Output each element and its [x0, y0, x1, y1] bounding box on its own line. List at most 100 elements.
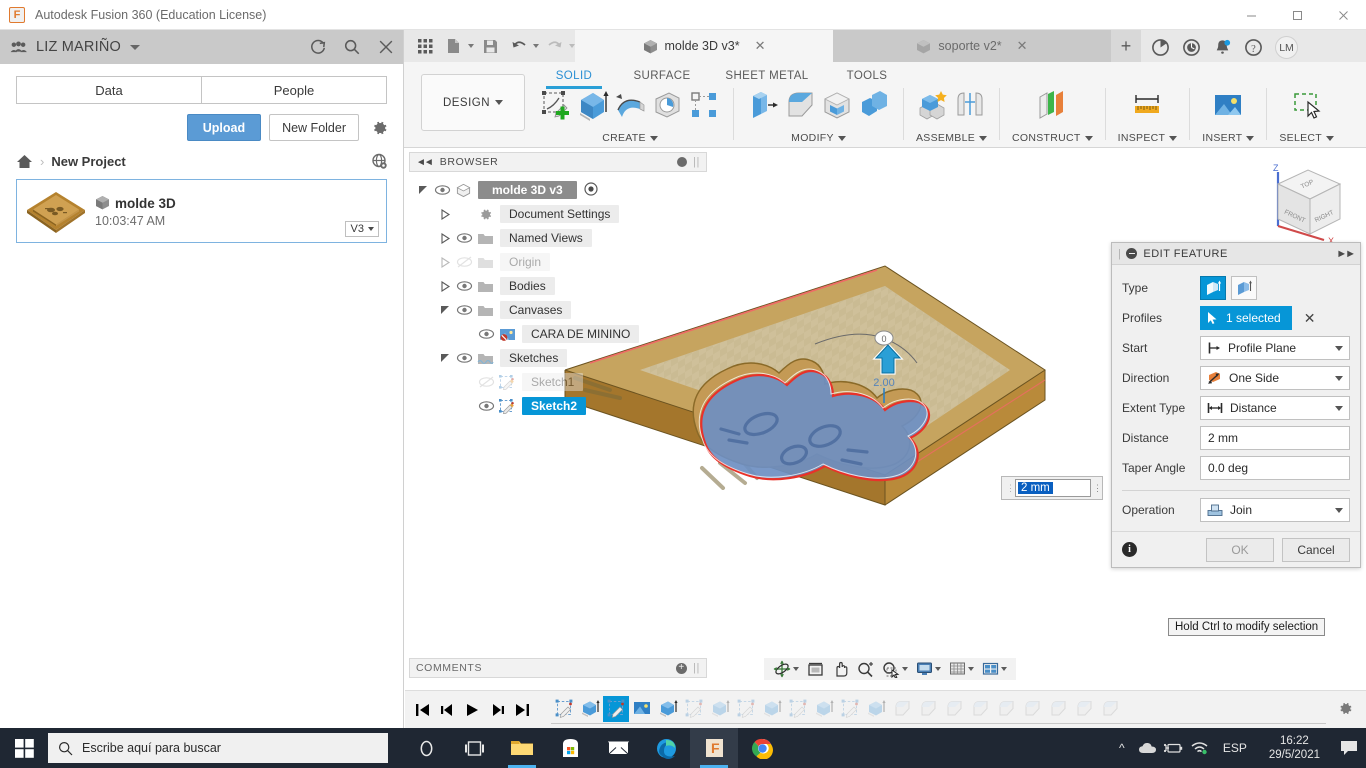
expand-arrow-right-icon[interactable]	[439, 280, 452, 293]
ribbon-group-label[interactable]: ASSEMBLE	[916, 132, 988, 144]
language-indicator[interactable]: ESP	[1213, 741, 1257, 755]
breadcrumb-project[interactable]: New Project	[51, 154, 125, 169]
press-pull-icon[interactable]	[746, 88, 780, 122]
timeline-feature-extrude[interactable]	[759, 696, 785, 722]
chevron-down-icon[interactable]	[129, 44, 140, 50]
cancel-button[interactable]: Cancel	[1282, 537, 1350, 562]
info-icon[interactable]: i	[1122, 542, 1137, 557]
revolve-icon[interactable]	[613, 88, 647, 122]
ribbon-group-label[interactable]: CONSTRUCT	[1012, 132, 1093, 144]
timeline-feature-fillet[interactable]	[889, 696, 915, 722]
visibility-on-icon[interactable]	[456, 279, 473, 293]
timeline-feature-extrude[interactable]	[707, 696, 733, 722]
dialog-title-bar[interactable]: | EDIT FEATURE ►►	[1112, 243, 1360, 265]
tab-solid[interactable]: SOLID	[536, 66, 612, 89]
close-tab-icon[interactable]: ✕	[1017, 38, 1028, 54]
ribbon-group-label[interactable]: MODIFY	[791, 132, 846, 144]
document-tab-active[interactable]: molde 3D v3* ✕	[575, 30, 833, 62]
view-cube[interactable]: Z X TOP FRONT RIGHT	[1250, 160, 1358, 248]
timeline-feature-sketch[interactable]	[603, 695, 629, 722]
refresh-icon[interactable]	[309, 38, 327, 56]
jump-end-icon[interactable]	[513, 701, 531, 719]
shell-icon[interactable]	[820, 88, 854, 122]
inline-dimension-input[interactable]: ⋮⋮ 2 mm ⋮	[1001, 476, 1103, 500]
comments-resize-grip[interactable]: ||	[693, 662, 700, 674]
comments-panel[interactable]: COMMENTS + ||	[409, 658, 707, 678]
browser-options-icon[interactable]	[677, 157, 688, 167]
visibility-on-icon[interactable]	[456, 231, 473, 245]
new-document-icon[interactable]	[441, 33, 467, 59]
document-tab-inactive[interactable]: soporte v2* ✕	[833, 30, 1111, 62]
tab-data[interactable]: Data	[16, 76, 201, 104]
minimize-button[interactable]	[1228, 0, 1274, 30]
browser-node-bodies[interactable]: Bodies	[409, 274, 707, 298]
joint-icon[interactable]	[953, 88, 987, 122]
clear-selection-icon[interactable]: ✕	[1304, 310, 1316, 327]
extrude-edge-icon-button[interactable]	[1231, 276, 1257, 300]
tab-tools[interactable]: TOOLS	[822, 66, 912, 87]
extrude-icon[interactable]	[576, 88, 610, 122]
microsoft-store-icon[interactable]	[546, 728, 594, 768]
taper-angle-input[interactable]: 0.0 deg	[1200, 456, 1350, 480]
browser-node-origin[interactable]: Origin	[409, 250, 707, 274]
chevron-down-icon[interactable]	[533, 44, 539, 48]
browser-node-sketch1[interactable]: Sketch1	[409, 370, 707, 394]
tray-expand-chevron-icon[interactable]: ^	[1109, 741, 1135, 755]
visibility-on-icon[interactable]	[478, 399, 495, 413]
orbit-icon[interactable]	[770, 660, 802, 678]
chevron-down-icon[interactable]	[468, 44, 474, 48]
operation-dropdown[interactable]: Join	[1200, 498, 1350, 522]
step-forward-icon[interactable]	[488, 701, 506, 719]
timeline-feature-extrude[interactable]	[811, 696, 837, 722]
task-view-icon[interactable]	[450, 728, 498, 768]
onedrive-icon[interactable]	[1135, 741, 1161, 755]
timeline-feature-sketch[interactable]	[733, 696, 759, 722]
extrude-profile-icon-button[interactable]	[1200, 276, 1226, 300]
chrome-icon[interactable]	[738, 728, 786, 768]
timeline-feature-sketch[interactable]	[837, 696, 863, 722]
notifications-icon[interactable]	[1213, 38, 1232, 57]
timeline-feature-fillet[interactable]	[1097, 696, 1123, 722]
ok-button[interactable]: OK	[1206, 537, 1274, 562]
ribbon-group-label[interactable]: INSPECT	[1118, 132, 1178, 144]
viewports-icon[interactable]	[979, 661, 1010, 677]
new-component-icon[interactable]	[916, 88, 950, 122]
dimension-field[interactable]: 2 mm	[1015, 479, 1091, 497]
insert-canvas-icon[interactable]	[1211, 88, 1245, 122]
step-back-icon[interactable]	[438, 701, 456, 719]
timeline-feature-sketch[interactable]	[681, 696, 707, 722]
timeline-feature-fillet[interactable]	[1071, 696, 1097, 722]
browser-node-cara-de-minino[interactable]: CARA DE MININO	[409, 322, 707, 346]
jump-start-icon[interactable]	[413, 701, 431, 719]
timeline-feature-sketch[interactable]	[785, 696, 811, 722]
workspace-switcher[interactable]: DESIGN	[421, 74, 525, 131]
wifi-icon[interactable]	[1187, 741, 1213, 755]
direction-dropdown[interactable]: One Side	[1200, 366, 1350, 390]
browser-node-document-settings[interactable]: Document Settings	[409, 202, 707, 226]
start-button[interactable]	[0, 728, 48, 768]
tab-sheet-metal[interactable]: SHEET METAL	[712, 66, 822, 87]
close-panel-icon[interactable]	[377, 38, 395, 56]
offset-plane-icon[interactable]	[1035, 88, 1069, 122]
profiles-selection-chip[interactable]: 1 selected	[1200, 306, 1292, 330]
timeline-feature-extrude[interactable]	[577, 696, 603, 722]
visibility-off-icon[interactable]	[478, 375, 495, 389]
timeline-feature-extrude[interactable]	[655, 696, 681, 722]
job-status-icon[interactable]	[1151, 38, 1170, 57]
timeline-settings-gear-icon[interactable]	[1337, 700, 1354, 717]
timeline-feature-fillet[interactable]	[1045, 696, 1071, 722]
close-tab-icon[interactable]: ✕	[755, 38, 766, 54]
activate-component-icon[interactable]	[584, 181, 598, 199]
tab-people[interactable]: People	[201, 76, 387, 104]
expand-arrow-right-icon[interactable]	[439, 256, 452, 269]
zoom-window-icon[interactable]	[879, 661, 911, 678]
browser-node-sketch2[interactable]: Sketch2	[409, 394, 707, 418]
dock-dialog-icon[interactable]: ►►	[1336, 248, 1356, 260]
ribbon-group-label[interactable]: SELECT	[1279, 132, 1335, 144]
timeline-feature-fillet[interactable]	[915, 696, 941, 722]
timeline-feature-fillet[interactable]	[1019, 696, 1045, 722]
redo-icon[interactable]	[542, 33, 568, 59]
play-icon[interactable]	[463, 701, 481, 719]
browser-node-molde-3d-v3[interactable]: molde 3D v3	[409, 178, 707, 202]
gear-icon[interactable]	[371, 119, 389, 137]
